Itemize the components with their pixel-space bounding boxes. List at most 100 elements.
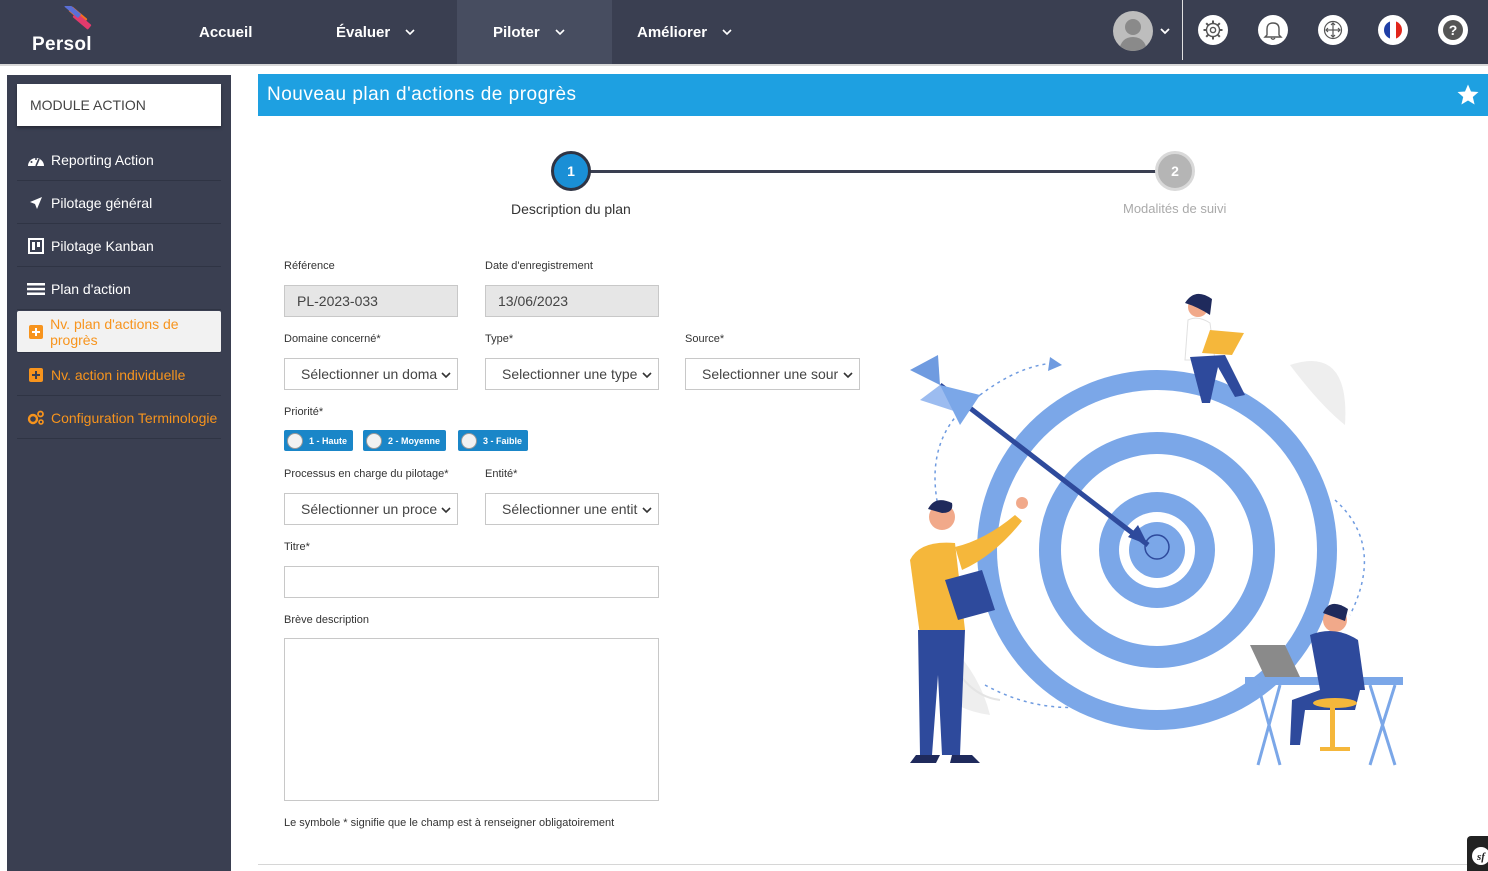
reference-label: Référence: [284, 260, 335, 272]
description-label: Brève description: [284, 614, 369, 626]
titre-label: Titre*: [284, 541, 310, 553]
sidebar-item-reporting-action[interactable]: Reporting Action: [17, 139, 221, 181]
chevron-down-icon: [722, 29, 732, 36]
page-header: Nouveau plan d'actions de progrès: [258, 74, 1488, 116]
chevron-down-icon: [555, 29, 565, 36]
chevron-down-icon: [642, 372, 652, 379]
priorite-label: Priorité*: [284, 406, 324, 418]
priority-option-haute[interactable]: 1 - Haute: [284, 430, 354, 451]
sidebar: MODULE ACTION Reporting Action Pilotage …: [7, 75, 231, 871]
chevron-down-icon: [642, 507, 652, 514]
chevron-down-icon[interactable]: [1159, 25, 1171, 37]
sidebar-item-label: Pilotage Kanban: [51, 237, 154, 254]
nav-ameliorer[interactable]: Améliorer: [637, 0, 733, 64]
nav-piloter[interactable]: Piloter: [457, 0, 612, 64]
step-2-label: Modalités de suivi: [1123, 201, 1227, 216]
plus-square-icon: [27, 367, 45, 383]
priority-option-label: 1 - Haute: [309, 435, 348, 446]
step-2-circle[interactable]: 2: [1155, 151, 1195, 191]
sidebar-item-nv-plan-actions[interactable]: Nv. plan d'actions de progrès: [17, 311, 221, 353]
logo-mark-icon: [64, 6, 92, 30]
entite-label: Entité*: [485, 468, 518, 480]
content-bottom-divider: [258, 864, 1488, 865]
move-button[interactable]: [1318, 15, 1348, 45]
priority-option-moyenne[interactable]: 2 - Moyenne: [363, 430, 447, 451]
processus-select[interactable]: Sélectionner un proce: [284, 493, 458, 525]
nav-evaluer-label: Évaluer: [336, 23, 391, 41]
domaine-select[interactable]: Sélectionner un doma: [284, 358, 458, 390]
module-title: MODULE ACTION: [17, 84, 221, 126]
nav-ameliorer-label: Améliorer: [637, 23, 708, 41]
type-select-value: Selectionner une type: [502, 366, 638, 382]
description-textarea[interactable]: [284, 638, 659, 801]
date-field[interactable]: 13/06/2023: [485, 285, 659, 317]
user-avatar[interactable]: [1113, 11, 1153, 51]
settings-icon[interactable]: [1198, 15, 1228, 45]
titre-input[interactable]: [284, 566, 659, 598]
sidebar-item-pilotage-kanban[interactable]: Pilotage Kanban: [17, 225, 221, 267]
gears-icon: [27, 410, 45, 426]
processus-label: Processus en charge du pilotage*: [284, 468, 449, 480]
priority-option-label: 3 - Faible: [483, 435, 523, 446]
sidebar-item-label: Pilotage général: [51, 194, 153, 211]
sidebar-item-plan-action[interactable]: Plan d'action: [17, 268, 221, 310]
bell-icon: [1263, 22, 1283, 40]
chevron-down-icon: [843, 372, 853, 379]
domaine-label: Domaine concerné*: [284, 333, 381, 345]
source-select-value: Selectionner une sour: [702, 366, 839, 382]
language-button[interactable]: [1378, 15, 1408, 45]
sidebar-item-label: Configuration Terminologie: [51, 409, 218, 426]
entite-select[interactable]: Sélectionner une entit: [485, 493, 659, 525]
chevron-down-icon: [441, 507, 451, 514]
sidebar-item-nv-action-individuelle[interactable]: Nv. action individuelle: [17, 354, 221, 396]
sidebar-item-configuration-terminologie[interactable]: Configuration Terminologie: [17, 397, 221, 439]
persol-logo[interactable]: Persol: [30, 6, 110, 58]
debug-toolbar-toggle[interactable]: sf: [1467, 836, 1488, 871]
date-label: Date d'enregistrement: [485, 260, 593, 272]
required-fields-note: Le symbole * signifie que le champ est à…: [284, 817, 615, 829]
sidebar-item-label: Nv. action individuelle: [51, 366, 186, 383]
plane-icon: [27, 195, 45, 211]
type-label: Type*: [485, 333, 514, 345]
nav-accueil-label: Accueil: [199, 23, 253, 41]
type-select[interactable]: Selectionner une type: [485, 358, 659, 390]
sidebar-item-pilotage-general[interactable]: Pilotage général: [17, 182, 221, 224]
symfony-icon: sf: [1472, 847, 1488, 865]
processus-select-value: Sélectionner un proce: [301, 501, 438, 517]
nav-evaluer[interactable]: Évaluer: [336, 0, 416, 64]
move-arrows-icon: [1323, 20, 1343, 40]
help-icon: ?: [1443, 20, 1463, 40]
top-navbar: Persol Accueil Évaluer Piloter Améliorer: [0, 0, 1488, 64]
svg-text:?: ?: [1449, 22, 1458, 38]
source-select[interactable]: Selectionner une sour: [685, 358, 860, 390]
stepper-line: [590, 170, 1156, 173]
step-1-circle[interactable]: 1: [551, 151, 591, 191]
radio-circle: [461, 432, 477, 449]
priority-option-label: 2 - Moyenne: [388, 435, 441, 446]
user-silhouette-icon: [1119, 19, 1147, 51]
kanban-icon: [27, 237, 45, 254]
topbar-shadow: [0, 64, 1488, 66]
step-2-number: 2: [1171, 163, 1179, 179]
nav-piloter-label: Piloter: [493, 23, 540, 41]
sidebar-item-label: Reporting Action: [51, 151, 154, 168]
nav-accueil[interactable]: Accueil: [199, 0, 252, 64]
star-icon[interactable]: [1456, 83, 1480, 107]
header-divider: [1182, 0, 1183, 60]
entite-select-value: Sélectionner une entit: [502, 501, 638, 517]
chevron-down-icon: [441, 372, 451, 379]
chevron-down-icon: [405, 29, 415, 36]
sidebar-item-label: Nv. plan d'actions de progrès: [50, 315, 179, 348]
source-label: Source*: [685, 333, 725, 345]
step-1-number: 1: [567, 163, 575, 179]
list-icon: [27, 281, 45, 297]
svg-text:sf: sf: [1476, 851, 1486, 863]
radio-circle: [287, 432, 303, 449]
target-illustration: [910, 293, 1403, 766]
brand-name: Persol: [32, 34, 92, 55]
gear-icon: [1203, 20, 1223, 40]
reference-field[interactable]: PL-2023-033: [284, 285, 458, 317]
priority-option-faible[interactable]: 3 - Faible: [458, 430, 529, 451]
notifications-button[interactable]: [1258, 15, 1288, 45]
help-button[interactable]: ?: [1438, 15, 1468, 45]
